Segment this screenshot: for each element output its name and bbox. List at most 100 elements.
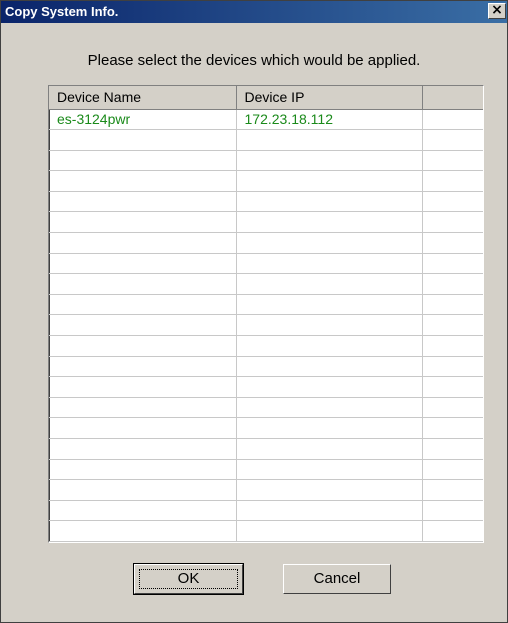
empty-cell[interactable] [236, 170, 423, 192]
table-header-row: Device Name Device IP [49, 86, 483, 110]
empty-cell[interactable] [236, 397, 423, 419]
empty-cell[interactable] [49, 459, 237, 481]
column-header-device-ip[interactable]: Device IP [236, 86, 423, 110]
empty-cell[interactable] [49, 500, 237, 522]
empty-cell[interactable] [422, 356, 483, 378]
empty-table-row[interactable] [49, 294, 483, 316]
empty-cell[interactable] [236, 273, 423, 295]
empty-table-row[interactable] [49, 459, 483, 481]
empty-cell[interactable] [49, 170, 237, 192]
empty-cell[interactable] [49, 150, 237, 172]
empty-cell[interactable] [236, 417, 423, 439]
empty-table-row[interactable] [49, 335, 483, 357]
empty-cell[interactable] [422, 294, 483, 316]
empty-table-row[interactable] [49, 314, 483, 337]
empty-cell[interactable] [422, 211, 483, 234]
empty-cell[interactable] [236, 232, 423, 254]
dialog-title: Copy System Info. [5, 4, 119, 19]
empty-cell[interactable] [49, 479, 237, 501]
empty-cell[interactable] [236, 459, 423, 481]
empty-cell[interactable] [236, 191, 423, 213]
empty-table-row[interactable] [49, 500, 483, 522]
empty-table-row[interactable] [49, 520, 483, 542]
empty-cell[interactable] [49, 253, 237, 275]
device-ip-cell[interactable]: 172.23.18.112 [236, 109, 423, 131]
empty-cell[interactable] [422, 520, 483, 542]
empty-cell[interactable] [236, 356, 423, 378]
empty-cell[interactable] [422, 232, 483, 254]
empty-cell[interactable] [49, 129, 237, 151]
device-table-body: es-3124pwr 172.23.18.112 [49, 109, 483, 542]
empty-table-row[interactable] [49, 376, 483, 398]
title-bar[interactable]: Copy System Info. × [1, 1, 507, 23]
empty-cell[interactable] [236, 335, 423, 357]
close-icon: × [491, 2, 503, 18]
table-row[interactable]: es-3124pwr 172.23.18.112 [49, 109, 483, 131]
ok-button[interactable]: OK [133, 563, 244, 595]
column-header-extra[interactable] [422, 86, 483, 110]
empty-cell[interactable] [236, 294, 423, 316]
empty-cell[interactable] [422, 129, 483, 151]
cancel-button[interactable]: Cancel [283, 564, 391, 594]
empty-table-row[interactable] [49, 232, 483, 254]
extra-cell[interactable] [422, 109, 483, 131]
empty-table-row[interactable] [49, 479, 483, 501]
empty-cell[interactable] [236, 211, 423, 234]
device-table: Device Name Device IP es-3124pwr 172.23.… [49, 86, 483, 542]
empty-cell[interactable] [49, 520, 237, 542]
empty-cell[interactable] [49, 191, 237, 213]
empty-cell[interactable] [49, 232, 237, 254]
empty-table-row[interactable] [49, 191, 483, 213]
empty-table-row[interactable] [49, 129, 483, 151]
empty-cell[interactable] [422, 170, 483, 192]
empty-cell[interactable] [49, 294, 237, 316]
empty-cell[interactable] [422, 253, 483, 275]
empty-table-row[interactable] [49, 150, 483, 172]
empty-cell[interactable] [49, 438, 237, 460]
empty-cell[interactable] [236, 479, 423, 501]
empty-cell[interactable] [236, 500, 423, 522]
empty-cell[interactable] [422, 150, 483, 172]
column-header-device-name[interactable]: Device Name [49, 86, 237, 110]
copy-system-info-dialog: Copy System Info. × Please select the de… [0, 0, 508, 623]
empty-cell[interactable] [422, 314, 483, 337]
empty-cell[interactable] [236, 253, 423, 275]
empty-cell[interactable] [422, 335, 483, 357]
empty-table-row[interactable] [49, 170, 483, 192]
empty-cell[interactable] [236, 150, 423, 172]
empty-table-row[interactable] [49, 273, 483, 295]
empty-cell[interactable] [49, 376, 237, 398]
empty-cell[interactable] [422, 479, 483, 501]
device-name-cell[interactable]: es-3124pwr [49, 109, 237, 131]
empty-cell[interactable] [236, 520, 423, 542]
device-table-container[interactable]: Device Name Device IP es-3124pwr 172.23.… [48, 85, 484, 543]
focus-rectangle [139, 569, 238, 589]
empty-cell[interactable] [49, 335, 237, 357]
empty-table-row[interactable] [49, 253, 483, 275]
empty-table-row[interactable] [49, 356, 483, 378]
empty-cell[interactable] [236, 314, 423, 337]
empty-cell[interactable] [422, 376, 483, 398]
empty-cell[interactable] [236, 129, 423, 151]
cancel-button-label: Cancel [313, 570, 361, 587]
empty-table-row[interactable] [49, 211, 483, 234]
empty-cell[interactable] [49, 397, 237, 419]
empty-cell[interactable] [49, 417, 237, 439]
empty-cell[interactable] [49, 356, 237, 378]
empty-cell[interactable] [236, 438, 423, 460]
empty-cell[interactable] [49, 211, 237, 234]
close-button[interactable]: × [488, 3, 506, 19]
empty-cell[interactable] [422, 191, 483, 213]
empty-table-row[interactable] [49, 397, 483, 419]
empty-table-row[interactable] [49, 438, 483, 460]
empty-cell[interactable] [422, 500, 483, 522]
empty-cell[interactable] [422, 438, 483, 460]
empty-cell[interactable] [49, 273, 237, 295]
empty-cell[interactable] [422, 459, 483, 481]
empty-cell[interactable] [236, 376, 423, 398]
empty-table-row[interactable] [49, 417, 483, 439]
empty-cell[interactable] [422, 397, 483, 419]
empty-cell[interactable] [422, 273, 483, 295]
empty-cell[interactable] [49, 314, 237, 337]
empty-cell[interactable] [422, 417, 483, 439]
